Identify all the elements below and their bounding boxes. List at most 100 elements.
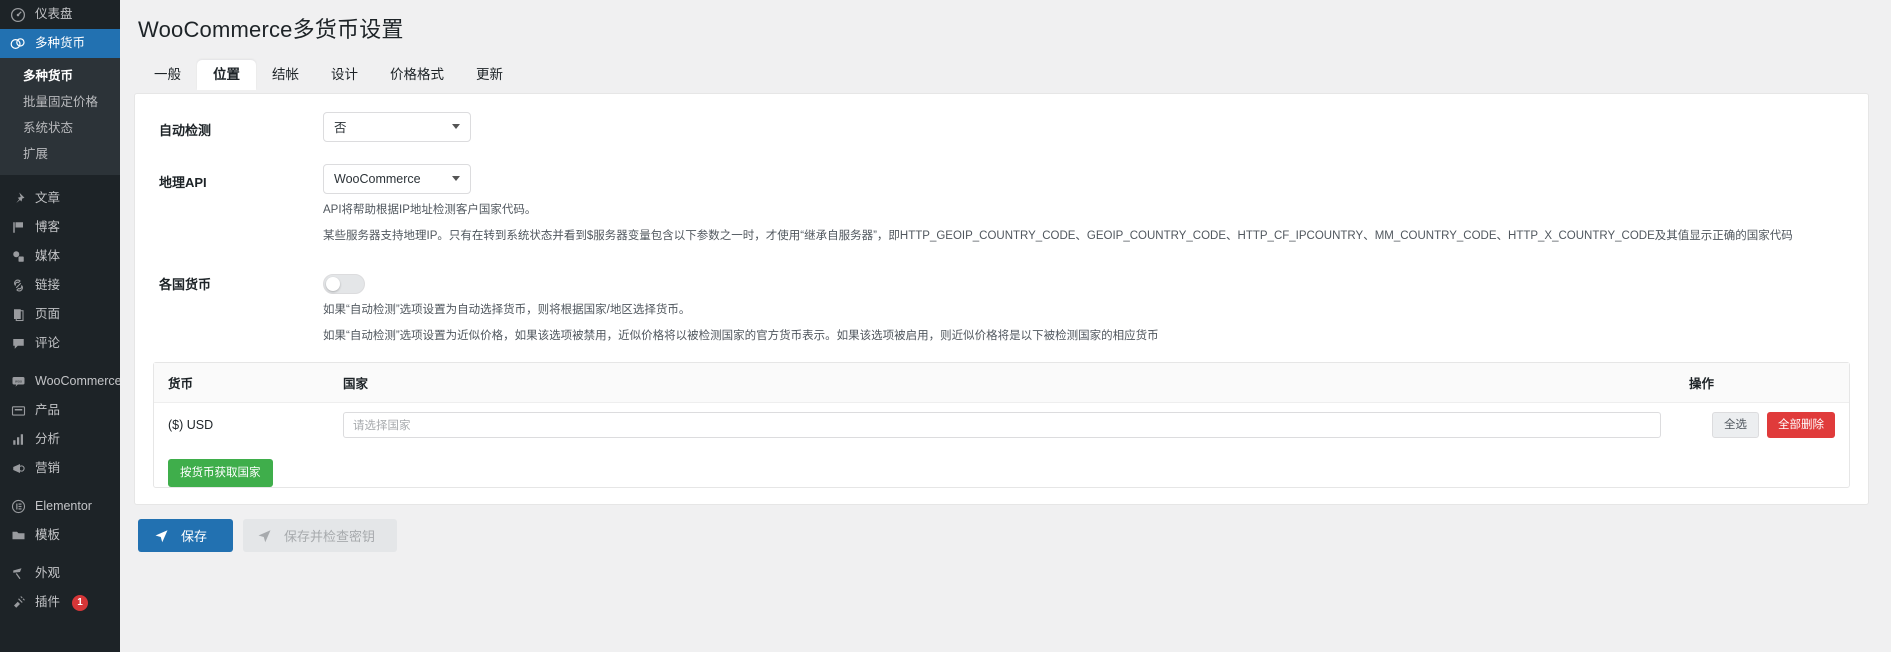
sidebar-item-elementor[interactable]: Elementor <box>0 492 120 521</box>
geo-api-row: 地理API WooCommerce API将帮助根据IP地址检测客户国家代码。 … <box>153 164 1850 246</box>
row-actions: 全选 全部删除 <box>1675 412 1835 438</box>
sidebar-divider <box>0 550 120 559</box>
sidebar-item-plugins[interactable]: 插件 1 <box>0 588 120 617</box>
geo-api-description-1: API将帮助根据IP地址检测客户国家代码。 <box>323 201 1850 220</box>
save-button[interactable]: 保存 <box>138 519 233 552</box>
chart-icon <box>9 431 27 449</box>
submenu-label: 系统状态 <box>23 121 73 135</box>
country-currency-description-2: 如果“自动检测”选项设置为近似价格，如果该选项被禁用，近似价格将以被检测国家的官… <box>323 327 1850 346</box>
save-and-check-key-button[interactable]: 保存并检查密钥 <box>243 519 397 552</box>
country-currency-row: 各国货币 如果“自动检测”选项设置为自动选择货币，则将根据国家/地区选择货币。 … <box>153 266 1850 346</box>
sidebar-item-label: 模板 <box>35 521 60 550</box>
auto-detect-row: 自动检测 否 <box>153 112 1850 142</box>
sidebar-item-label: 博客 <box>35 213 60 242</box>
tab-design[interactable]: 设计 <box>315 60 374 90</box>
auto-detect-value: 否 <box>334 117 347 136</box>
sidebar-item-label: Elementor <box>35 492 92 521</box>
main-content: WooCommerce多货币设置 一般 位置 结帐 设计 价格格式 更新 自动检… <box>120 0 1891 652</box>
woo-icon: woo <box>9 373 27 391</box>
tab-updates[interactable]: 更新 <box>460 60 519 90</box>
chevron-down-icon <box>452 176 460 181</box>
sidebar-item-label: 评论 <box>35 329 60 358</box>
sidebar-item-marketing[interactable]: 营销 <box>0 454 120 483</box>
country-currency-description-1: 如果“自动检测”选项设置为自动选择货币，则将根据国家/地区选择货币。 <box>323 301 1850 320</box>
settings-panel: 自动检测 否 地理API WooCommerce API将帮助根据IP地址检测 <box>134 93 1869 505</box>
sidebar-item-label: 营销 <box>35 454 60 483</box>
tab-price-format[interactable]: 价格格式 <box>374 60 460 90</box>
sidebar-item-dashboard[interactable]: 仪表盘 <box>0 0 120 29</box>
currency-table-header: 货币 国家 操作 <box>154 363 1849 403</box>
sidebar-item-posts[interactable]: 文章 <box>0 184 120 213</box>
tab-checkout[interactable]: 结帐 <box>256 60 315 90</box>
sidebar-item-label: 多种货币 <box>35 29 85 58</box>
sidebar-item-links[interactable]: 链接 <box>0 271 120 300</box>
sidebar-item-woocommerce[interactable]: woo WooCommerce <box>0 367 120 396</box>
sidebar-item-label: WooCommerce <box>35 367 120 396</box>
sidebar-item-pages[interactable]: 页面 <box>0 300 120 329</box>
sidebar-item-media[interactable]: 媒体 <box>0 242 120 271</box>
product-icon <box>9 402 27 420</box>
sidebar-item-appearance[interactable]: 外观 <box>0 559 120 588</box>
dashboard-icon <box>9 6 27 24</box>
page-title: WooCommerce多货币设置 <box>138 16 1869 45</box>
row-currency-value: ($) USD <box>168 418 343 432</box>
sidebar-item-label: 仪表盘 <box>35 0 73 29</box>
send-icon <box>257 528 272 543</box>
tab-general[interactable]: 一般 <box>138 60 197 90</box>
currency-table: 货币 国家 操作 ($) USD 请选择国家 全选 全部删除 <box>153 362 1850 488</box>
pin-icon <box>9 190 27 208</box>
admin-sidebar: 仪表盘 多种货币 多种货币 批量固定价格 系统状态 扩展 文章 博客 <box>0 0 120 652</box>
header-currency: 货币 <box>168 373 343 392</box>
submenu-item-multi-currency[interactable]: 多种货币 <box>0 63 120 89</box>
folder-icon <box>9 527 27 545</box>
sidebar-item-comments[interactable]: 评论 <box>0 329 120 358</box>
country-currency-toggle[interactable] <box>323 274 365 294</box>
row-country-field: 请选择国家 <box>343 412 1675 438</box>
plug-icon <box>9 594 27 612</box>
sidebar-divider <box>0 483 120 492</box>
sidebar-item-label: 页面 <box>35 300 60 329</box>
link-icon <box>9 277 27 295</box>
save-and-check-key-label: 保存并检查密钥 <box>284 526 375 545</box>
form-footer: 保存 保存并检查密钥 <box>138 519 1869 552</box>
megaphone-icon <box>9 460 27 478</box>
tab-location[interactable]: 位置 <box>197 60 256 90</box>
sidebar-item-blog[interactable]: 博客 <box>0 213 120 242</box>
geo-api-select[interactable]: WooCommerce <box>323 164 471 194</box>
geo-api-value: WooCommerce <box>334 172 421 186</box>
select-all-button[interactable]: 全选 <box>1712 412 1759 438</box>
sidebar-item-label: 插件 <box>35 588 60 617</box>
admin-screen: 仪表盘 多种货币 多种货币 批量固定价格 系统状态 扩展 文章 博客 <box>0 0 1891 652</box>
media-icon <box>9 248 27 266</box>
sidebar-divider <box>0 358 120 367</box>
submenu-item-extensions[interactable]: 扩展 <box>0 141 120 167</box>
sidebar-item-analytics[interactable]: 分析 <box>0 425 120 454</box>
flag-icon <box>9 219 27 237</box>
sidebar-item-label: 分析 <box>35 425 60 454</box>
delete-all-button[interactable]: 全部删除 <box>1767 412 1835 438</box>
comment-icon <box>9 335 27 353</box>
sidebar-item-label: 文章 <box>35 184 60 213</box>
submenu-label: 多种货币 <box>23 69 73 83</box>
sidebar-item-label: 媒体 <box>35 242 60 271</box>
submenu-item-system-status[interactable]: 系统状态 <box>0 115 120 141</box>
sidebar-item-label: 链接 <box>35 271 60 300</box>
send-icon <box>154 528 169 543</box>
page-icon <box>9 306 27 324</box>
svg-text:woo: woo <box>15 380 22 384</box>
fetch-countries-button[interactable]: 按货币获取国家 <box>168 459 273 487</box>
submenu-item-bulk-fixed-price[interactable]: 批量固定价格 <box>0 89 120 115</box>
auto-detect-select[interactable]: 否 <box>323 112 471 142</box>
plugins-update-badge: 1 <box>72 595 88 611</box>
country-select-input[interactable]: 请选择国家 <box>343 412 1661 438</box>
coins-icon <box>9 35 27 53</box>
sidebar-item-templates[interactable]: 模板 <box>0 521 120 550</box>
sidebar-item-label: 外观 <box>35 559 60 588</box>
country-currency-label: 各国货币 <box>153 266 323 293</box>
header-country: 国家 <box>343 373 1675 392</box>
settings-tabs: 一般 位置 结帐 设计 价格格式 更新 <box>138 59 1869 89</box>
sidebar-item-products[interactable]: 产品 <box>0 396 120 425</box>
sidebar-item-multi-currency[interactable]: 多种货币 <box>0 29 120 58</box>
geo-api-label: 地理API <box>153 164 323 191</box>
geo-api-description-2: 某些服务器支持地理IP。只有在转到系统状态并看到$服务器变量包含以下参数之一时，… <box>323 227 1850 246</box>
